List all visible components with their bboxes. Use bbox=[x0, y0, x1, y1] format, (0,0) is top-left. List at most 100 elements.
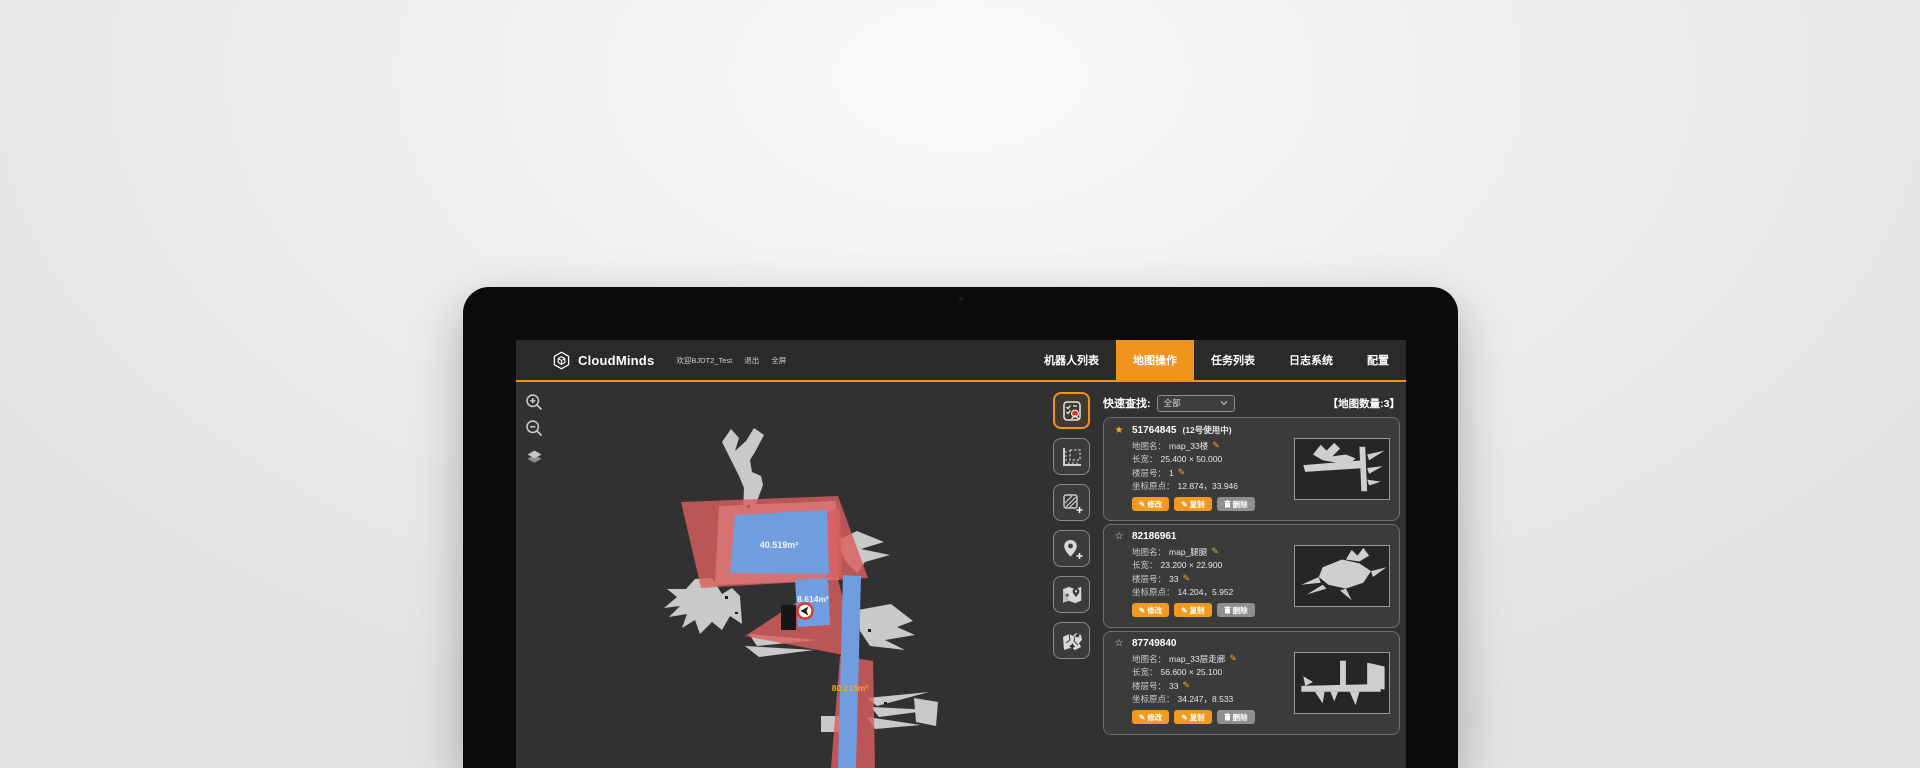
field-label: 长宽： bbox=[1132, 559, 1158, 571]
brand-name: CloudMinds bbox=[578, 353, 654, 368]
edit-icon[interactable]: ✎ bbox=[1211, 546, 1219, 557]
zoom-in-icon[interactable] bbox=[524, 392, 545, 413]
map-thumbnail[interactable] bbox=[1294, 652, 1390, 714]
map-id: 82186961 bbox=[1132, 531, 1177, 542]
laptop-mockup: CloudMinds 欢迎BJDT2_Test 退出 全屏 机器人列表 地图操作… bbox=[463, 287, 1458, 768]
delete-button[interactable]: 删除 bbox=[1217, 710, 1255, 724]
tool-area-measure[interactable] bbox=[1053, 438, 1090, 475]
layers-icon[interactable] bbox=[524, 447, 545, 468]
edit-icon[interactable]: ✎ bbox=[1229, 653, 1237, 664]
edit-icon: ✎ bbox=[1181, 713, 1187, 722]
map-blob bbox=[867, 717, 921, 729]
tool-point-list[interactable] bbox=[1053, 392, 1090, 429]
dropdown-selected-value: 全部 bbox=[1164, 397, 1220, 409]
map-id: 51764845 bbox=[1132, 425, 1177, 436]
field-label: 地图名： bbox=[1132, 546, 1166, 558]
welcome-text: 欢迎BJDT2_Test bbox=[676, 355, 732, 366]
nav-tab-robot-list[interactable]: 机器人列表 bbox=[1027, 340, 1116, 381]
edit-icon: ✎ bbox=[1139, 606, 1145, 615]
map-marker-icon bbox=[1060, 583, 1084, 607]
nav-tab-config[interactable]: 配置 bbox=[1350, 340, 1406, 381]
lidar-map: 40.519m² 8.614m² 80.215m² bbox=[516, 384, 1102, 768]
delete-button[interactable]: 删除 bbox=[1217, 497, 1255, 511]
map-canvas-area[interactable]: 40.519m² 8.614m² 80.215m² bbox=[516, 384, 1102, 768]
zoom-out-icon[interactable] bbox=[524, 418, 545, 439]
quick-find-label: 快速查找: bbox=[1103, 395, 1151, 411]
origin-value: 14.204，5.952 bbox=[1178, 586, 1234, 598]
field-label: 坐标原点： bbox=[1132, 586, 1175, 598]
favorite-star-icon[interactable]: ★ bbox=[1112, 425, 1126, 436]
tool-virtual-wall-add[interactable] bbox=[1053, 484, 1090, 521]
modify-button[interactable]: ✎修改 bbox=[1132, 603, 1169, 617]
map-name-value: map_33楼 bbox=[1169, 440, 1208, 452]
map-card[interactable]: ☆ 87749840 地图名： map_33层走廊 ✎ 长宽： 56.600 ×… bbox=[1103, 631, 1400, 735]
edit-icon: ✎ bbox=[1181, 500, 1187, 509]
edit-icon[interactable]: ✎ bbox=[1182, 573, 1190, 584]
floor-value: 33 bbox=[1169, 574, 1178, 584]
trash-icon bbox=[1224, 713, 1231, 721]
map-blob bbox=[858, 604, 915, 650]
quick-find-bar: 快速查找: 全部 【地图数量:3】 bbox=[1103, 393, 1400, 413]
field-label: 坐标原点： bbox=[1132, 693, 1175, 705]
map-card[interactable]: ★ 51764845 (12号使用中) 地图名： map_33楼 ✎ 长宽： 2… bbox=[1103, 417, 1400, 521]
modify-button[interactable]: ✎修改 bbox=[1132, 710, 1169, 724]
field-label: 楼层号： bbox=[1132, 573, 1166, 585]
edit-icon[interactable]: ✎ bbox=[1212, 440, 1220, 451]
fullscreen-link[interactable]: 全屏 bbox=[771, 355, 786, 366]
map-name-value: map_33层走廊 bbox=[1169, 653, 1225, 665]
copy-button[interactable]: ✎复制 bbox=[1174, 710, 1211, 724]
map-size-value: 56.600 × 25.100 bbox=[1161, 667, 1223, 677]
logout-link[interactable]: 退出 bbox=[744, 355, 759, 366]
tool-map-upload[interactable] bbox=[1053, 622, 1090, 659]
map-size-value: 25.400 × 50.000 bbox=[1161, 454, 1223, 464]
tool-map-marker[interactable] bbox=[1053, 576, 1090, 613]
modify-button[interactable]: ✎修改 bbox=[1132, 497, 1169, 511]
floor-value: 33 bbox=[1169, 681, 1178, 691]
origin-value: 12.874，33.946 bbox=[1178, 480, 1239, 492]
map-filter-dropdown[interactable]: 全部 bbox=[1157, 395, 1235, 412]
field-label: 楼层号： bbox=[1132, 467, 1166, 479]
trash-icon bbox=[1224, 606, 1231, 614]
nav-tab-map-operations[interactable]: 地图操作 bbox=[1116, 340, 1194, 381]
cloudminds-logo-icon bbox=[552, 351, 571, 370]
edit-icon[interactable]: ✎ bbox=[1182, 680, 1190, 691]
map-blob bbox=[914, 698, 938, 726]
favorite-star-icon[interactable]: ☆ bbox=[1112, 531, 1126, 542]
field-label: 地图名： bbox=[1132, 440, 1166, 452]
app-screen: CloudMinds 欢迎BJDT2_Test 退出 全屏 机器人列表 地图操作… bbox=[516, 340, 1406, 768]
favorite-star-icon[interactable]: ☆ bbox=[1112, 638, 1126, 649]
nav-tab-task-list[interactable]: 任务列表 bbox=[1194, 340, 1272, 381]
nav-tab-log-system[interactable]: 日志系统 bbox=[1272, 340, 1350, 381]
edit-icon: ✎ bbox=[1181, 606, 1187, 615]
delete-button[interactable]: 删除 bbox=[1217, 603, 1255, 617]
field-label: 长宽： bbox=[1132, 666, 1158, 678]
tool-point-add[interactable] bbox=[1053, 530, 1090, 567]
main-nav: 机器人列表 地图操作 任务列表 日志系统 配置 bbox=[1027, 340, 1406, 381]
map-zoom-controls bbox=[524, 392, 545, 468]
point-add-icon bbox=[1060, 537, 1084, 561]
map-thumbnail[interactable] bbox=[1294, 545, 1390, 607]
area-label-2: 8.614m² bbox=[797, 594, 829, 604]
map-in-use-note: (12号使用中) bbox=[1183, 424, 1232, 436]
robot-marker[interactable] bbox=[798, 604, 813, 619]
field-label: 坐标原点： bbox=[1132, 480, 1175, 492]
area-label-1: 40.519m² bbox=[760, 540, 799, 550]
trash-icon bbox=[1224, 500, 1231, 508]
floor-value: 1 bbox=[1169, 468, 1174, 478]
copy-button[interactable]: ✎复制 bbox=[1174, 603, 1211, 617]
origin-value: 34.247，8.533 bbox=[1178, 693, 1234, 705]
map-card[interactable]: ☆ 82186961 地图名： map_腿腿 ✎ 长宽： 23.200 × 22… bbox=[1103, 524, 1400, 628]
field-label: 地图名： bbox=[1132, 653, 1166, 665]
map-id: 87749840 bbox=[1132, 638, 1177, 649]
map-upload-icon bbox=[1060, 629, 1084, 653]
edit-icon[interactable]: ✎ bbox=[1178, 467, 1186, 478]
map-size-value: 23.200 × 22.900 bbox=[1161, 560, 1223, 570]
map-count-badge: 【地图数量:3】 bbox=[1328, 396, 1400, 411]
map-thumbnail[interactable] bbox=[1294, 438, 1390, 500]
map-toolbar bbox=[1053, 392, 1090, 659]
copy-button[interactable]: ✎复制 bbox=[1174, 497, 1211, 511]
edit-icon: ✎ bbox=[1139, 713, 1145, 722]
area-label-3: 80.215m² bbox=[832, 683, 869, 693]
top-navbar: CloudMinds 欢迎BJDT2_Test 退出 全屏 机器人列表 地图操作… bbox=[516, 340, 1406, 382]
virtual-wall-add-icon bbox=[1060, 491, 1084, 515]
